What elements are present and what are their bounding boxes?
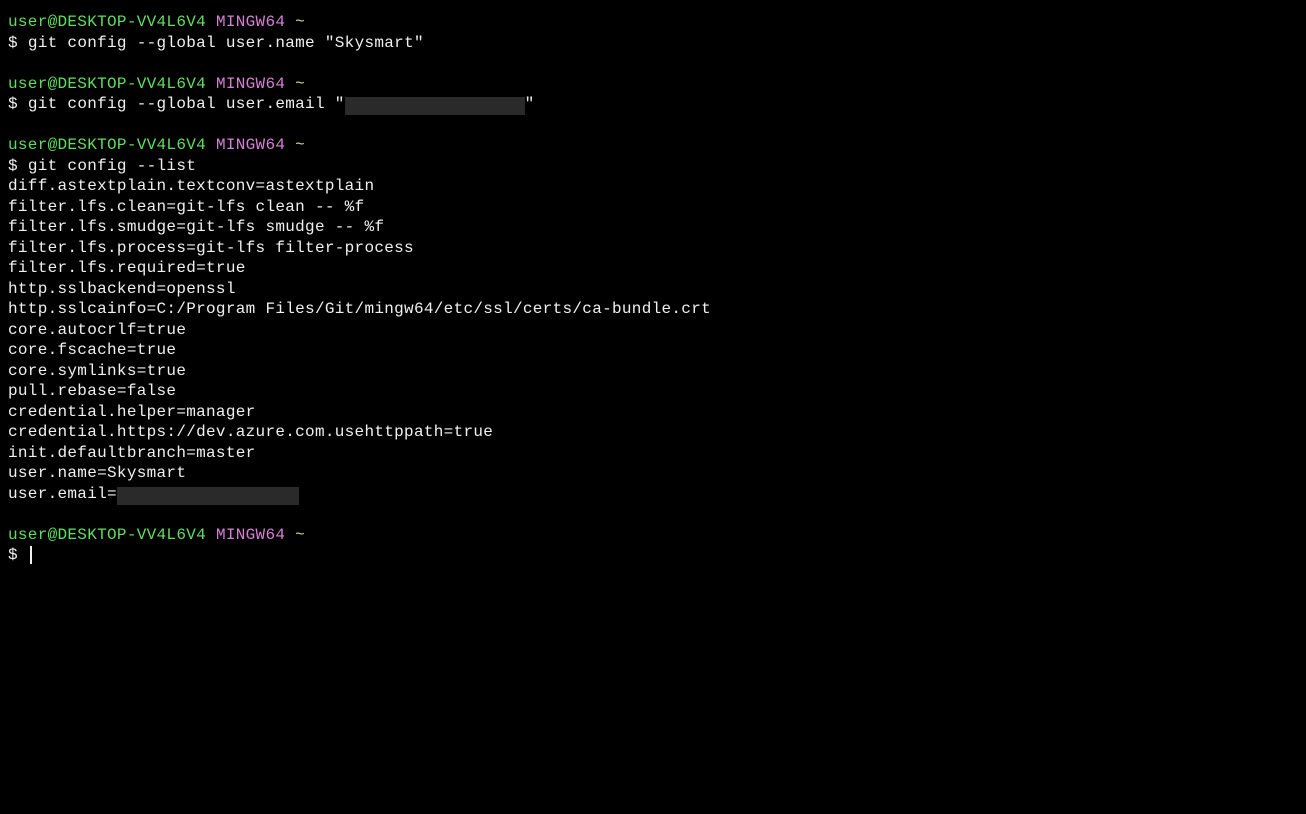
prompt-dollar: $ (8, 546, 18, 564)
prompt-line: user@DESKTOP-VV4L6V4 MINGW64 ~ (8, 12, 1298, 33)
active-command-line[interactable]: $ (8, 545, 1298, 566)
output-line: filter.lfs.clean=git-lfs clean -- %f (8, 197, 1298, 218)
output-line: pull.rebase=false (8, 381, 1298, 402)
blank-line (8, 53, 1298, 74)
output-line: init.defaultbranch=master (8, 443, 1298, 464)
prompt-env: MINGW64 (216, 526, 285, 544)
prompt-dollar: $ (8, 157, 18, 175)
output-line: filter.lfs.smudge=git-lfs smudge -- %f (8, 217, 1298, 238)
command-text-pre: git config --global user.email " (28, 95, 345, 113)
redacted-block (117, 487, 299, 505)
output-line: core.symlinks=true (8, 361, 1298, 382)
command-text: git config --global user.name "Skysmart" (28, 34, 424, 52)
blank-line (8, 504, 1298, 525)
command-line[interactable]: $ git config --list (8, 156, 1298, 177)
prompt-path: ~ (295, 13, 305, 31)
output-prefix: user.email= (8, 485, 117, 503)
prompt-user: user@DESKTOP-VV4L6V4 (8, 75, 206, 93)
prompt-user: user@DESKTOP-VV4L6V4 (8, 136, 206, 154)
command-line[interactable]: $ git config --global user.name "Skysmar… (8, 33, 1298, 54)
output-line: user.name=Skysmart (8, 463, 1298, 484)
output-line: core.autocrlf=true (8, 320, 1298, 341)
output-line: filter.lfs.required=true (8, 258, 1298, 279)
prompt-user: user@DESKTOP-VV4L6V4 (8, 13, 206, 31)
prompt-env: MINGW64 (216, 75, 285, 93)
prompt-path: ~ (295, 526, 305, 544)
prompt-line: user@DESKTOP-VV4L6V4 MINGW64 ~ (8, 74, 1298, 95)
output-line: core.fscache=true (8, 340, 1298, 361)
output-line: credential.helper=manager (8, 402, 1298, 423)
output-line: diff.astextplain.textconv=astextplain (8, 176, 1298, 197)
prompt-line: user@DESKTOP-VV4L6V4 MINGW64 ~ (8, 135, 1298, 156)
output-line: http.sslcainfo=C:/Program Files/Git/ming… (8, 299, 1298, 320)
cursor-icon (30, 546, 32, 564)
prompt-path: ~ (295, 136, 305, 154)
output-line: http.sslbackend=openssl (8, 279, 1298, 300)
redacted-block (345, 97, 525, 115)
prompt-user: user@DESKTOP-VV4L6V4 (8, 526, 206, 544)
command-line[interactable]: $ git config --global user.email " " (8, 94, 1298, 115)
prompt-line: user@DESKTOP-VV4L6V4 MINGW64 ~ (8, 525, 1298, 546)
prompt-env: MINGW64 (216, 136, 285, 154)
prompt-env: MINGW64 (216, 13, 285, 31)
prompt-dollar: $ (8, 34, 18, 52)
output-line: filter.lfs.process=git-lfs filter-proces… (8, 238, 1298, 259)
blank-line (8, 115, 1298, 136)
prompt-dollar: $ (8, 95, 18, 113)
prompt-path: ~ (295, 75, 305, 93)
command-text: git config --list (28, 157, 196, 175)
command-text-post: " (525, 95, 535, 113)
output-line-redacted: user.email= (8, 484, 1298, 505)
output-line: credential.https://dev.azure.com.usehttp… (8, 422, 1298, 443)
